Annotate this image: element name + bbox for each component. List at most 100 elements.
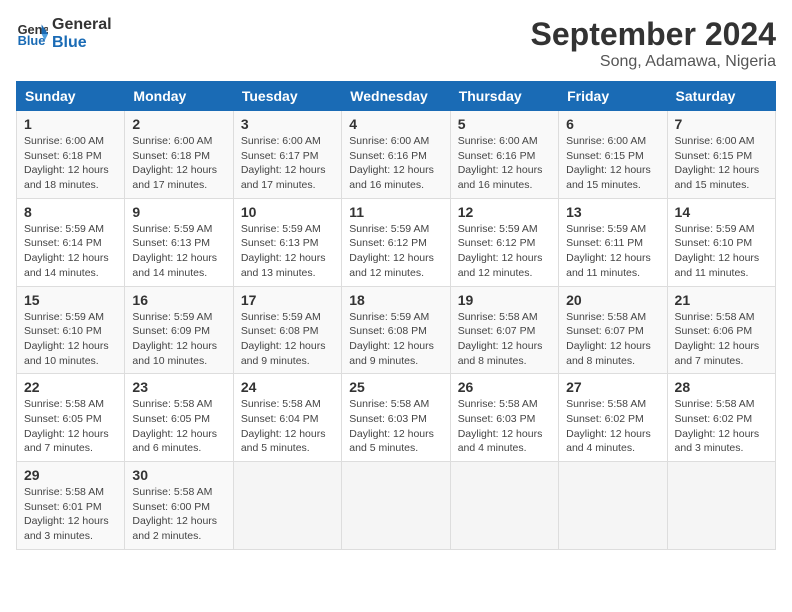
day-info: Sunrise: 5:58 AM Sunset: 6:04 PM Dayligh…: [241, 397, 334, 456]
day-info: Sunrise: 6:00 AM Sunset: 6:18 PM Dayligh…: [24, 134, 117, 193]
day-number: 1: [24, 116, 117, 132]
day-info: Sunrise: 5:59 AM Sunset: 6:13 PM Dayligh…: [241, 222, 334, 281]
calendar-cell: [233, 462, 341, 550]
day-info: Sunrise: 5:58 AM Sunset: 6:07 PM Dayligh…: [458, 310, 551, 369]
day-number: 17: [241, 292, 334, 308]
logo-icon: General Blue: [16, 18, 48, 50]
day-number: 18: [349, 292, 442, 308]
page-header: General Blue General Blue September 2024…: [16, 16, 776, 71]
calendar-cell: 23 Sunrise: 5:58 AM Sunset: 6:05 PM Dayl…: [125, 374, 233, 462]
calendar-title: September 2024: [531, 16, 776, 53]
calendar-cell: 14 Sunrise: 5:59 AM Sunset: 6:10 PM Dayl…: [667, 198, 775, 286]
calendar-cell: 16 Sunrise: 5:59 AM Sunset: 6:09 PM Dayl…: [125, 286, 233, 374]
calendar-cell: 27 Sunrise: 5:58 AM Sunset: 6:02 PM Dayl…: [559, 374, 667, 462]
day-number: 19: [458, 292, 551, 308]
calendar-cell: 10 Sunrise: 5:59 AM Sunset: 6:13 PM Dayl…: [233, 198, 341, 286]
day-number: 23: [132, 379, 225, 395]
col-header-sunday: Sunday: [17, 82, 125, 111]
day-info: Sunrise: 5:58 AM Sunset: 6:00 PM Dayligh…: [132, 485, 225, 544]
calendar-cell: [667, 462, 775, 550]
day-info: Sunrise: 5:58 AM Sunset: 6:07 PM Dayligh…: [566, 310, 659, 369]
logo-general: General: [52, 16, 112, 34]
calendar-cell: 19 Sunrise: 5:58 AM Sunset: 6:07 PM Dayl…: [450, 286, 558, 374]
calendar-cell: 12 Sunrise: 5:59 AM Sunset: 6:12 PM Dayl…: [450, 198, 558, 286]
day-number: 5: [458, 116, 551, 132]
day-number: 24: [241, 379, 334, 395]
day-number: 21: [675, 292, 768, 308]
day-info: Sunrise: 5:58 AM Sunset: 6:03 PM Dayligh…: [349, 397, 442, 456]
day-info: Sunrise: 5:58 AM Sunset: 6:06 PM Dayligh…: [675, 310, 768, 369]
day-info: Sunrise: 6:00 AM Sunset: 6:15 PM Dayligh…: [675, 134, 768, 193]
col-header-tuesday: Tuesday: [233, 82, 341, 111]
calendar-cell: 17 Sunrise: 5:59 AM Sunset: 6:08 PM Dayl…: [233, 286, 341, 374]
day-number: 2: [132, 116, 225, 132]
logo-blue: Blue: [52, 34, 112, 52]
calendar-cell: 29 Sunrise: 5:58 AM Sunset: 6:01 PM Dayl…: [17, 462, 125, 550]
calendar-cell: 1 Sunrise: 6:00 AM Sunset: 6:18 PM Dayli…: [17, 111, 125, 199]
day-info: Sunrise: 5:58 AM Sunset: 6:01 PM Dayligh…: [24, 485, 117, 544]
calendar-cell: 26 Sunrise: 5:58 AM Sunset: 6:03 PM Dayl…: [450, 374, 558, 462]
day-number: 27: [566, 379, 659, 395]
day-info: Sunrise: 6:00 AM Sunset: 6:18 PM Dayligh…: [132, 134, 225, 193]
calendar-week-row: 22 Sunrise: 5:58 AM Sunset: 6:05 PM Dayl…: [17, 374, 776, 462]
calendar-cell: 4 Sunrise: 6:00 AM Sunset: 6:16 PM Dayli…: [342, 111, 450, 199]
day-number: 4: [349, 116, 442, 132]
title-area: September 2024 Song, Adamawa, Nigeria: [531, 16, 776, 71]
logo: General Blue General Blue: [16, 16, 112, 52]
day-number: 20: [566, 292, 659, 308]
day-info: Sunrise: 5:58 AM Sunset: 6:05 PM Dayligh…: [24, 397, 117, 456]
calendar-cell: 6 Sunrise: 6:00 AM Sunset: 6:15 PM Dayli…: [559, 111, 667, 199]
calendar-cell: 28 Sunrise: 5:58 AM Sunset: 6:02 PM Dayl…: [667, 374, 775, 462]
calendar-cell: [450, 462, 558, 550]
calendar-cell: 15 Sunrise: 5:59 AM Sunset: 6:10 PM Dayl…: [17, 286, 125, 374]
col-header-saturday: Saturday: [667, 82, 775, 111]
svg-text:Blue: Blue: [18, 33, 46, 48]
day-number: 14: [675, 204, 768, 220]
day-info: Sunrise: 5:59 AM Sunset: 6:08 PM Dayligh…: [241, 310, 334, 369]
day-number: 15: [24, 292, 117, 308]
day-info: Sunrise: 5:59 AM Sunset: 6:08 PM Dayligh…: [349, 310, 442, 369]
day-number: 9: [132, 204, 225, 220]
day-info: Sunrise: 5:58 AM Sunset: 6:05 PM Dayligh…: [132, 397, 225, 456]
day-number: 25: [349, 379, 442, 395]
calendar-cell: 18 Sunrise: 5:59 AM Sunset: 6:08 PM Dayl…: [342, 286, 450, 374]
day-number: 30: [132, 467, 225, 483]
col-header-thursday: Thursday: [450, 82, 558, 111]
day-info: Sunrise: 6:00 AM Sunset: 6:15 PM Dayligh…: [566, 134, 659, 193]
calendar-week-row: 29 Sunrise: 5:58 AM Sunset: 6:01 PM Dayl…: [17, 462, 776, 550]
day-info: Sunrise: 5:59 AM Sunset: 6:10 PM Dayligh…: [675, 222, 768, 281]
calendar-cell: 13 Sunrise: 5:59 AM Sunset: 6:11 PM Dayl…: [559, 198, 667, 286]
calendar-cell: 5 Sunrise: 6:00 AM Sunset: 6:16 PM Dayli…: [450, 111, 558, 199]
day-info: Sunrise: 5:59 AM Sunset: 6:13 PM Dayligh…: [132, 222, 225, 281]
day-info: Sunrise: 5:59 AM Sunset: 6:10 PM Dayligh…: [24, 310, 117, 369]
calendar-cell: 22 Sunrise: 5:58 AM Sunset: 6:05 PM Dayl…: [17, 374, 125, 462]
day-number: 12: [458, 204, 551, 220]
day-number: 7: [675, 116, 768, 132]
calendar-cell: [559, 462, 667, 550]
calendar-cell: 25 Sunrise: 5:58 AM Sunset: 6:03 PM Dayl…: [342, 374, 450, 462]
day-info: Sunrise: 5:59 AM Sunset: 6:12 PM Dayligh…: [349, 222, 442, 281]
day-number: 8: [24, 204, 117, 220]
day-number: 29: [24, 467, 117, 483]
calendar-cell: 7 Sunrise: 6:00 AM Sunset: 6:15 PM Dayli…: [667, 111, 775, 199]
day-info: Sunrise: 5:58 AM Sunset: 6:03 PM Dayligh…: [458, 397, 551, 456]
calendar-cell: 2 Sunrise: 6:00 AM Sunset: 6:18 PM Dayli…: [125, 111, 233, 199]
calendar-cell: 8 Sunrise: 5:59 AM Sunset: 6:14 PM Dayli…: [17, 198, 125, 286]
calendar-cell: 3 Sunrise: 6:00 AM Sunset: 6:17 PM Dayli…: [233, 111, 341, 199]
calendar-cell: 9 Sunrise: 5:59 AM Sunset: 6:13 PM Dayli…: [125, 198, 233, 286]
calendar-cell: [342, 462, 450, 550]
calendar-cell: 11 Sunrise: 5:59 AM Sunset: 6:12 PM Dayl…: [342, 198, 450, 286]
day-number: 16: [132, 292, 225, 308]
day-number: 28: [675, 379, 768, 395]
day-number: 11: [349, 204, 442, 220]
calendar-week-row: 1 Sunrise: 6:00 AM Sunset: 6:18 PM Dayli…: [17, 111, 776, 199]
day-number: 6: [566, 116, 659, 132]
calendar-subtitle: Song, Adamawa, Nigeria: [531, 53, 776, 71]
day-number: 22: [24, 379, 117, 395]
day-number: 3: [241, 116, 334, 132]
calendar-week-row: 8 Sunrise: 5:59 AM Sunset: 6:14 PM Dayli…: [17, 198, 776, 286]
day-info: Sunrise: 6:00 AM Sunset: 6:16 PM Dayligh…: [349, 134, 442, 193]
day-info: Sunrise: 5:59 AM Sunset: 6:14 PM Dayligh…: [24, 222, 117, 281]
col-header-monday: Monday: [125, 82, 233, 111]
day-info: Sunrise: 5:58 AM Sunset: 6:02 PM Dayligh…: [675, 397, 768, 456]
